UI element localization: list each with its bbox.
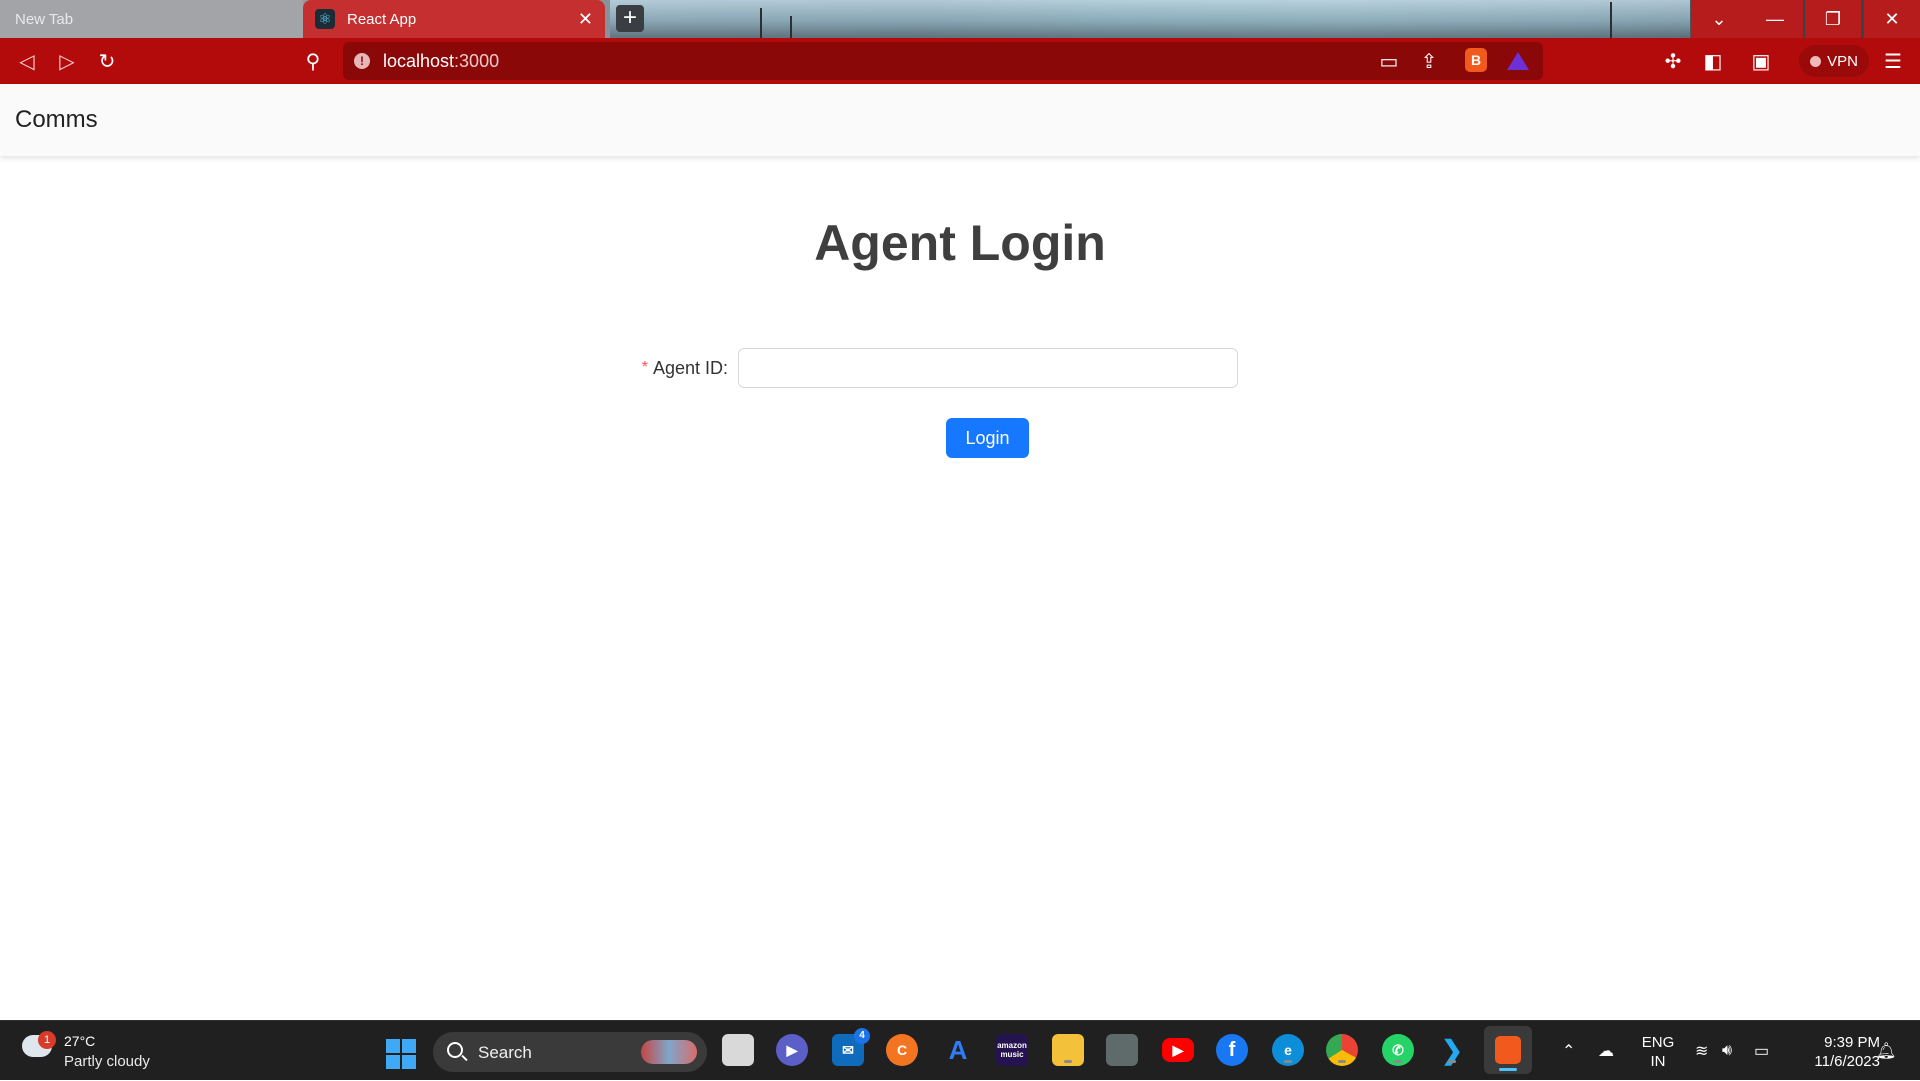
url-port: :3000 [454,51,500,71]
volume-icon[interactable]: 🔊︎ [1722,1021,1732,1081]
menu-hamburger-icon[interactable]: ☰ [1880,48,1906,74]
brave-taskbar-icon[interactable] [1484,1026,1532,1074]
agent-id-form-item: * Agent ID : [637,348,1238,388]
vpn-label: VPN [1827,52,1858,70]
notifications-bell-icon[interactable]: 🔔︎ [1876,1021,1896,1081]
chrome-icon[interactable] [1326,1034,1358,1066]
taskbar-clock[interactable]: 9:39 PM 11/6/2023 [1790,1033,1880,1071]
youtube-icon[interactable]: ▶ [1162,1038,1194,1062]
show-hidden-icons-chevron-icon[interactable]: ⌃ [1562,1021,1575,1081]
clock-time: 9:39 PM [1824,1034,1880,1051]
task-view-icon[interactable] [722,1034,754,1066]
browser-toolbar: ◁ ▷ ↻ ⚲ ! localhost:3000 ▭ ⇪ B ✣ ◧ ▣ VPN… [0,38,1920,84]
search-icon [447,1042,463,1058]
taskbar-search[interactable]: Search [433,1032,707,1072]
search-highlight-image [641,1040,697,1064]
facebook-icon[interactable]: f [1216,1034,1248,1066]
tab-title: New Tab [15,10,74,28]
extensions-puzzle-icon[interactable]: ✣ [1660,48,1686,74]
weather-widget[interactable]: 1 27°C Partly cloudy [22,1031,162,1071]
crunchyroll-icon[interactable]: C [886,1034,918,1066]
brave-rewards-icon[interactable] [1507,52,1529,70]
required-asterisk: * [641,359,648,376]
mail-icon[interactable]: ✉ 4 [832,1028,870,1066]
agent-id-input[interactable] [738,348,1238,388]
vpn-button[interactable]: VPN [1799,45,1869,77]
file-explorer-icon[interactable] [1052,1034,1084,1066]
teams-icon[interactable]: ▶ [776,1034,808,1066]
site-info-icon[interactable]: ! [354,53,370,69]
amazon-music-icon[interactable]: amazon music [996,1034,1028,1066]
clock-date: 11/6/2023 [1814,1053,1880,1070]
share-icon[interactable]: ⇪ [1416,48,1442,74]
sidebar-icon[interactable]: ◧ [1700,48,1726,74]
url-text[interactable]: localhost:3000 [383,51,499,72]
browser-tab-strip: New Tab ⚛ React App ✕ + ⌄ — ❐ ✕ [0,0,1920,38]
vscode-icon[interactable]: ❯ [1436,1034,1468,1066]
restore-icon[interactable]: ❐ [1805,0,1861,38]
tab-search-dropdown-icon[interactable]: ⌄ [1691,0,1747,38]
page-title: Agent Login [814,215,1106,271]
onedrive-cloud-icon[interactable]: ☁ [1598,1021,1614,1081]
back-icon[interactable]: ◁ [14,48,40,74]
weather-temperature: 27°C [64,1033,96,1049]
tree-decoration [1610,2,1612,38]
photos-icon[interactable] [1106,1034,1138,1066]
cast-icon[interactable]: ▭ [1376,48,1402,74]
battery-icon[interactable]: ▭ [1754,1021,1769,1081]
wallet-icon[interactable]: ▣ [1748,48,1774,74]
label-colon: : [722,357,728,378]
bookmark-icon[interactable]: ⚲ [300,48,326,74]
vpn-status-icon [1810,55,1822,67]
close-window-icon[interactable]: ✕ [1864,0,1920,38]
reload-icon[interactable]: ↻ [94,48,120,74]
close-tab-icon[interactable]: ✕ [578,9,593,30]
wifi-icon[interactable]: ≋ [1695,1021,1708,1081]
tree-decoration [760,8,762,38]
brave-shields-icon[interactable]: B [1465,48,1487,72]
language-indicator[interactable]: ENG IN [1640,1033,1676,1071]
search-label: Search [478,1043,532,1062]
tab-new-tab[interactable]: New Tab [0,0,303,38]
edge-icon[interactable]: e [1272,1034,1304,1066]
react-favicon-icon: ⚛ [315,9,335,29]
windows-taskbar: 1 27°C Partly cloudy Search ▶ ✉ 4 C A ama… [0,1020,1920,1080]
agent-id-label: * Agent ID : [637,358,738,379]
url-host: localhost [383,51,455,71]
agent-id-label-text: Agent ID [652,357,723,378]
address-bar[interactable]: ! localhost:3000 ▭ ⇪ B [343,42,1543,80]
notification-badge: 1 [38,1031,56,1049]
mail-badge: 4 [854,1028,870,1044]
tree-decoration [790,16,792,38]
new-tab-button[interactable]: + [616,5,644,32]
tab-title: React App [347,10,417,28]
app-brand[interactable]: Comms [15,106,98,134]
app-header: Comms [0,84,1920,156]
region-code: IN [1650,1053,1666,1070]
app-store-icon[interactable]: A [942,1034,974,1066]
forward-icon[interactable]: ▷ [54,48,80,74]
start-windows-icon[interactable] [386,1039,416,1069]
brave-logo-icon [1495,1036,1521,1064]
weather-condition: Partly cloudy [64,1053,150,1070]
login-button[interactable]: Login [946,418,1029,458]
window-background-scenery [610,0,1690,38]
language-code: ENG [1641,1034,1675,1051]
minimize-icon[interactable]: — [1747,0,1803,38]
tab-react-app[interactable]: ⚛ React App ✕ [303,0,605,38]
whatsapp-icon[interactable]: ✆ [1382,1034,1414,1066]
